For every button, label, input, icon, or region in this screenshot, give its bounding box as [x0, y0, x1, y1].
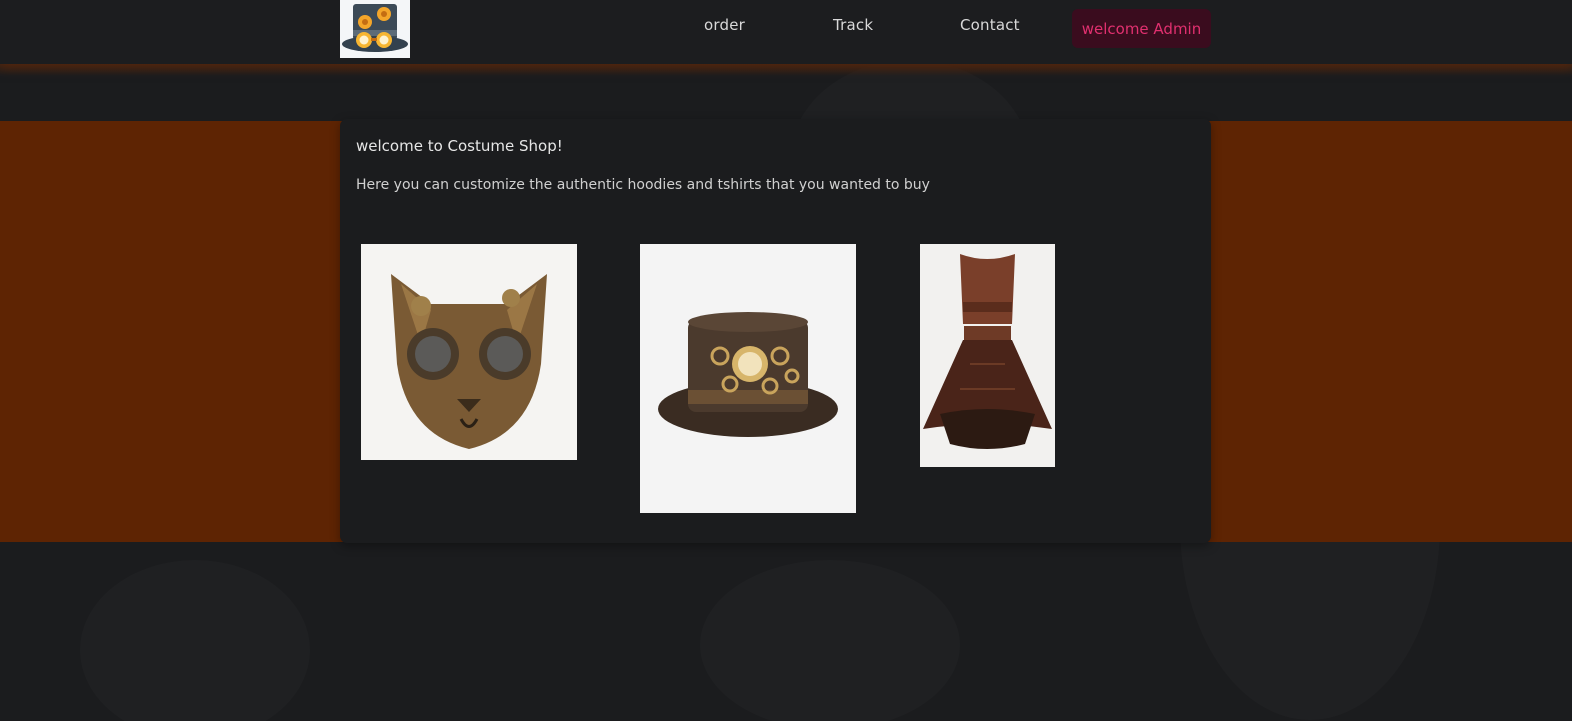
nav-order-link[interactable]: order — [704, 16, 745, 34]
page-title: welcome to Costume Shop! — [356, 137, 563, 155]
product-cat-mask-image[interactable] — [361, 244, 577, 460]
navbar-shadow — [0, 64, 1572, 76]
steampunk-hat-logo-icon[interactable] — [340, 0, 410, 58]
page-subtitle: Here you can customize the authentic hoo… — [356, 177, 930, 193]
product-top-hat-image[interactable] — [640, 244, 856, 513]
welcome-card: welcome to Costume Shop! Here you can cu… — [340, 119, 1211, 543]
background-figure — [80, 560, 310, 721]
welcome-admin-button[interactable]: welcome Admin — [1072, 9, 1211, 48]
top-navbar: order Track Contact welcome Admin — [0, 0, 1572, 64]
nav-track-link[interactable]: Track — [833, 16, 873, 34]
product-corset-dress-image[interactable] — [920, 244, 1055, 467]
background-figure — [700, 560, 960, 721]
page: order Track Contact welcome Admin welcom… — [0, 0, 1572, 721]
nav-contact-link[interactable]: Contact — [960, 16, 1020, 34]
